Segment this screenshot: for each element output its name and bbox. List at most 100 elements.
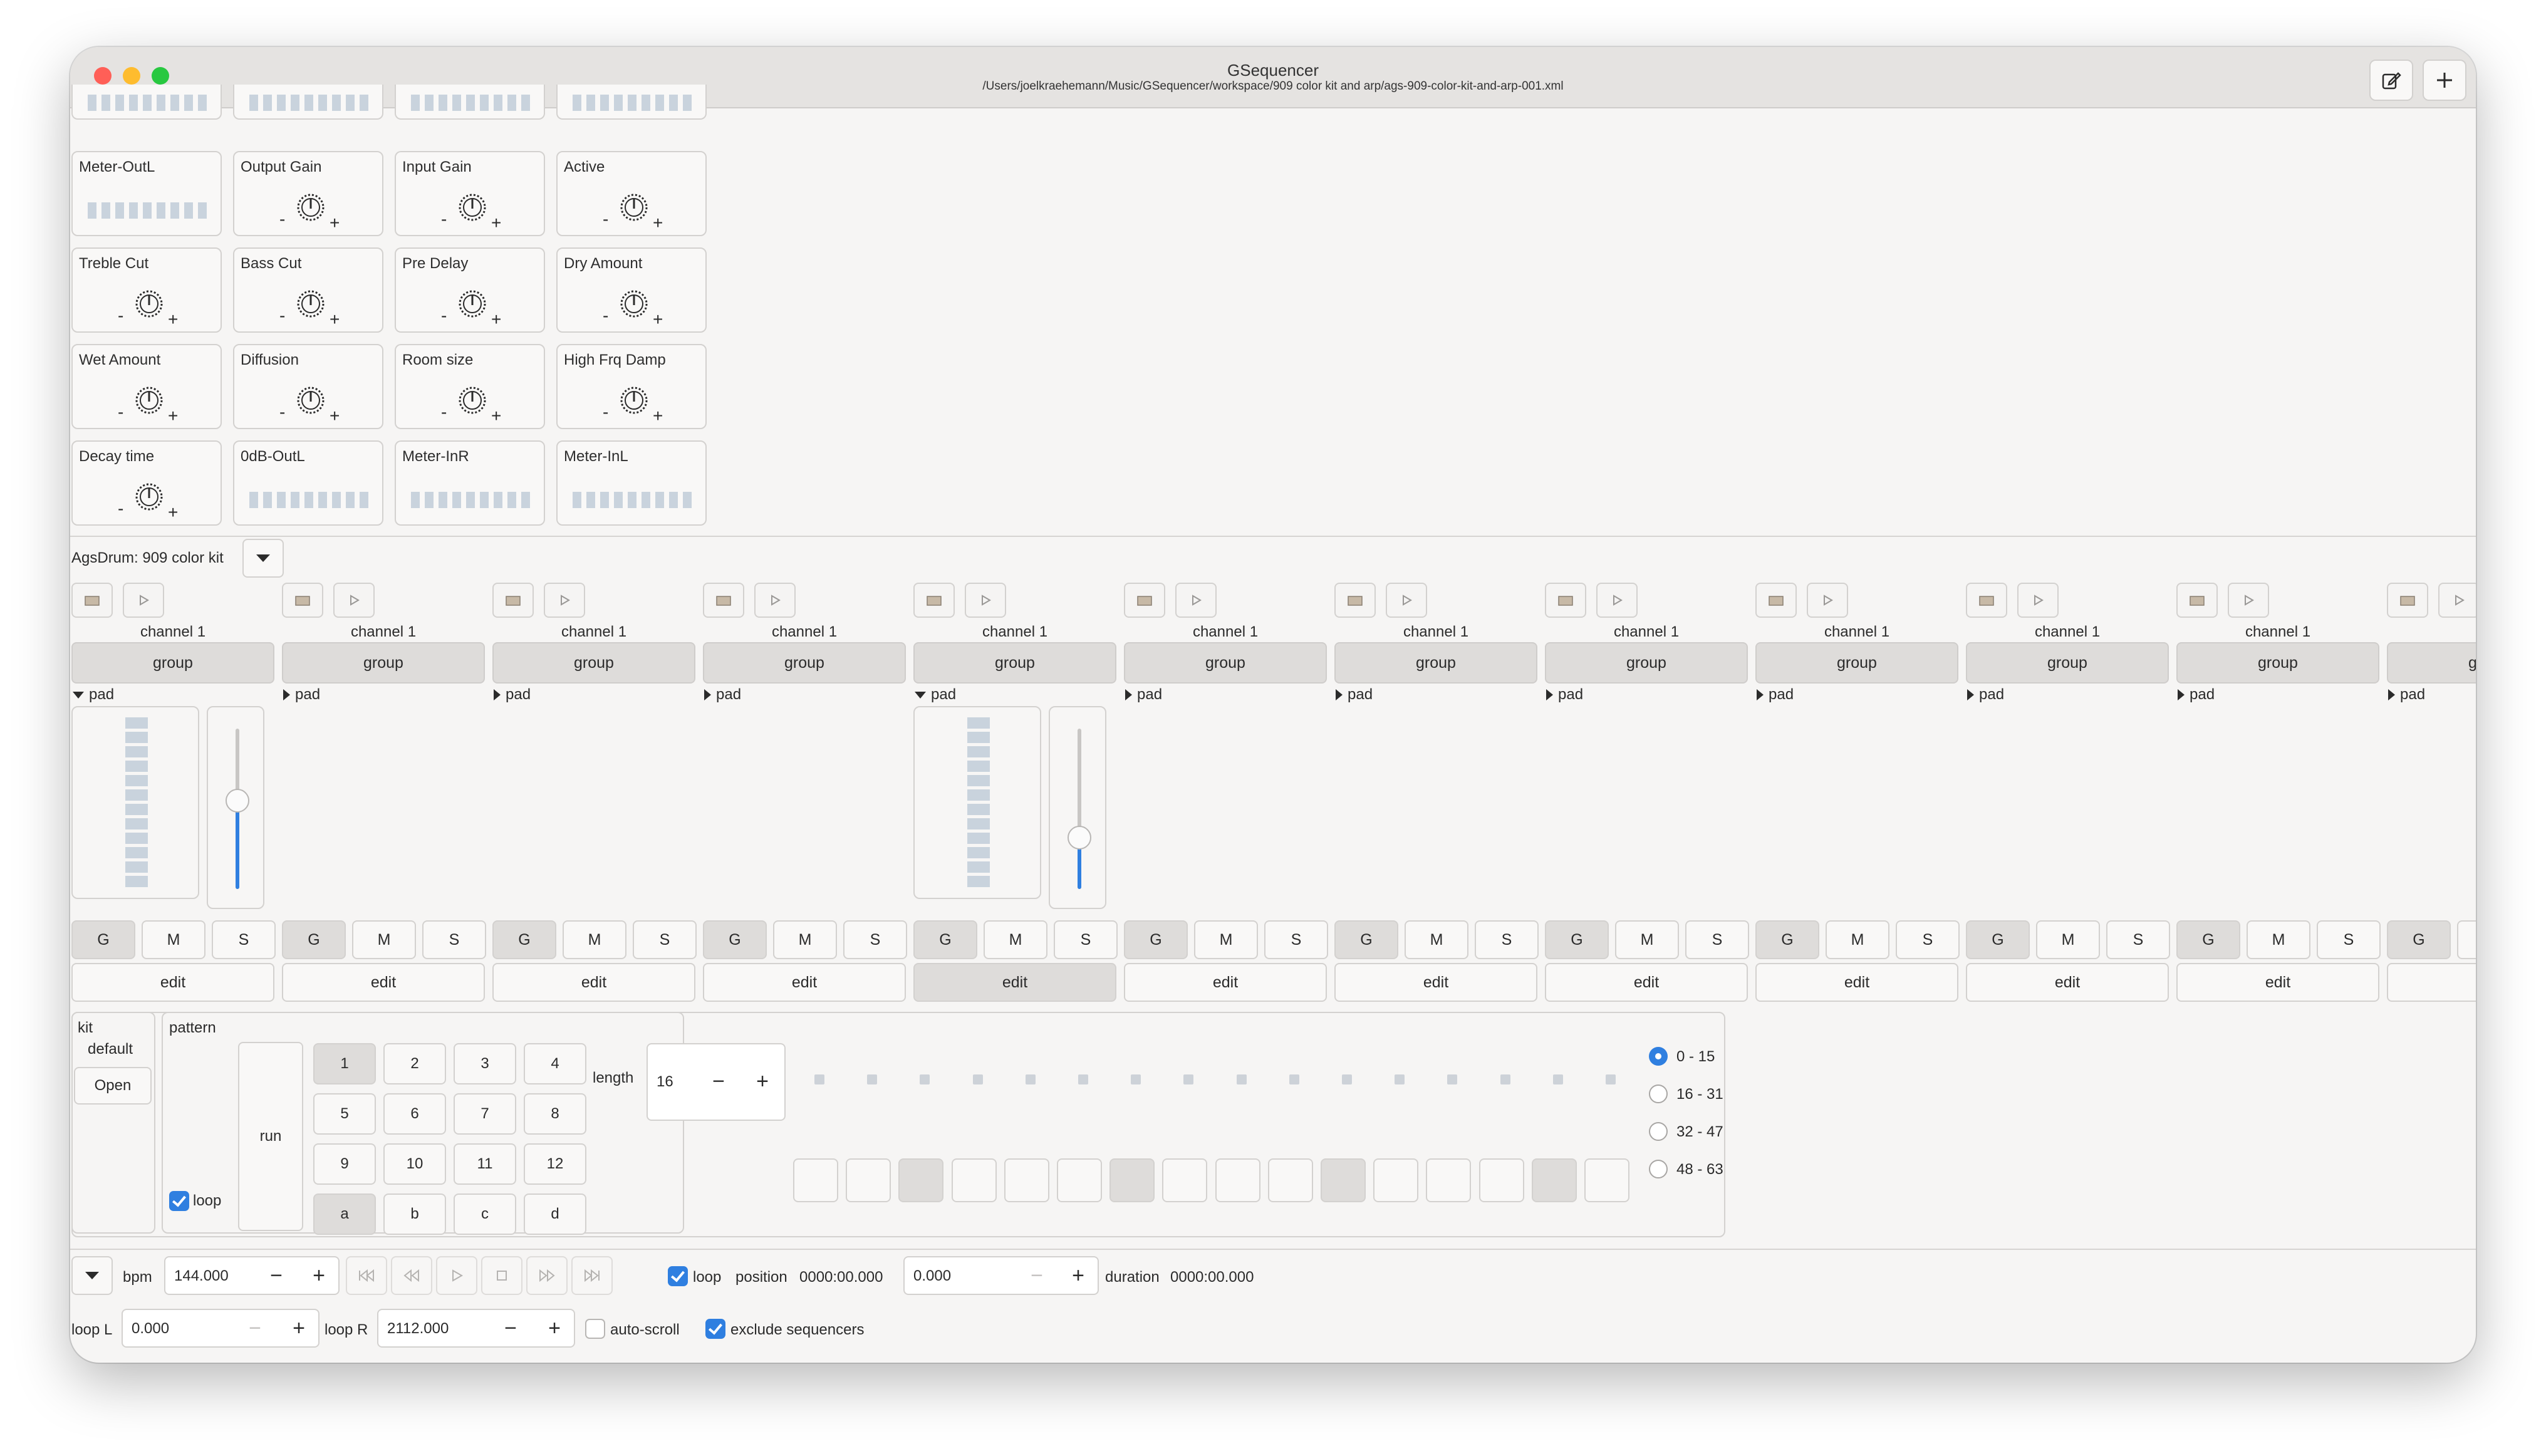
channel-play-button[interactable]	[544, 583, 585, 618]
open-kit-button[interactable]: Open	[74, 1067, 152, 1105]
step-toggle-button[interactable]	[1109, 1158, 1155, 1202]
step-toggle-button[interactable]	[1215, 1158, 1260, 1202]
knob-wrapper[interactable]: - +	[117, 479, 185, 522]
solo-button[interactable]: S	[843, 920, 907, 959]
solo-button[interactable]: S	[2106, 920, 2170, 959]
rewind-button[interactable]	[391, 1256, 432, 1295]
step-toggle-button[interactable]	[1004, 1158, 1049, 1202]
edit-document-button[interactable]	[2369, 60, 2413, 101]
offset-radio[interactable]	[1649, 1047, 1668, 1066]
add-button[interactable]	[2423, 60, 2466, 101]
loop-left-decrement-button[interactable]: −	[234, 1310, 276, 1346]
solo-button[interactable]: S	[212, 920, 276, 959]
knob-wrapper[interactable]: - +	[601, 190, 670, 232]
pattern-button[interactable]: 12	[524, 1143, 586, 1185]
group-toggle-button[interactable]: G	[2176, 920, 2240, 959]
pattern-button[interactable]: a	[313, 1193, 376, 1235]
knob-icon[interactable]: - +	[278, 190, 347, 232]
channel-play-button[interactable]	[123, 583, 164, 618]
pattern-button[interactable]: 8	[524, 1093, 586, 1135]
channel-play-button[interactable]	[1596, 583, 1638, 618]
step-toggle-button[interactable]	[793, 1158, 838, 1202]
channel-open-button[interactable]	[2176, 583, 2218, 618]
solo-button[interactable]: S	[1475, 920, 1539, 959]
knob-wrapper[interactable]: - +	[440, 190, 509, 232]
group-button[interactable]: group	[1124, 642, 1327, 684]
bpm-increment-button[interactable]: +	[298, 1257, 340, 1294]
pattern-button[interactable]: 1	[313, 1043, 376, 1084]
knob-icon[interactable]: - +	[601, 383, 670, 425]
mute-button[interactable]: M	[1194, 920, 1258, 959]
mute-button[interactable]: M	[2247, 920, 2310, 959]
mute-button[interactable]: M	[1405, 920, 1468, 959]
channel-play-button[interactable]	[965, 583, 1006, 618]
channel-open-button[interactable]	[913, 583, 955, 618]
group-toggle-button[interactable]: G	[913, 920, 977, 959]
knob-icon[interactable]: - +	[278, 383, 347, 425]
edit-button[interactable]: edit	[282, 963, 485, 1002]
solo-button[interactable]: S	[1685, 920, 1749, 959]
pad-expander[interactable]: pad	[1546, 686, 1583, 704]
run-button[interactable]: run	[238, 1042, 303, 1231]
skip-to-start-button[interactable]	[346, 1256, 387, 1295]
channel-play-button[interactable]	[2438, 583, 2476, 618]
fader-thumb[interactable]	[1068, 826, 1091, 850]
group-toggle-button[interactable]: G	[1124, 920, 1188, 959]
channel-play-button[interactable]	[2017, 583, 2059, 618]
group-toggle-button[interactable]: G	[2387, 920, 2451, 959]
pattern-button[interactable]: 10	[383, 1143, 446, 1185]
knob-icon[interactable]: - +	[440, 286, 509, 329]
loop-left-increment-button[interactable]: +	[278, 1310, 320, 1346]
channel-play-button[interactable]	[1386, 583, 1427, 618]
auto-scroll-checkbox[interactable]	[585, 1319, 605, 1339]
knob-wrapper[interactable]: - +	[278, 190, 347, 232]
channel-open-button[interactable]	[703, 583, 744, 618]
mute-button[interactable]: M	[1826, 920, 1889, 959]
group-toggle-button[interactable]: G	[71, 920, 135, 959]
bpm-decrement-button[interactable]: −	[256, 1257, 297, 1294]
step-toggle-button[interactable]	[1478, 1158, 1524, 1202]
volume-fader[interactable]	[207, 706, 264, 909]
step-toggle-button[interactable]	[1057, 1158, 1102, 1202]
pattern-button[interactable]: 5	[313, 1093, 376, 1135]
step-toggle-button[interactable]	[1426, 1158, 1472, 1202]
drum-menu-button[interactable]	[242, 539, 284, 578]
channel-play-button[interactable]	[754, 583, 796, 618]
pad-expander[interactable]: pad	[1757, 686, 1794, 704]
mute-button[interactable]: M	[1615, 920, 1679, 959]
volume-fader[interactable]	[1049, 706, 1106, 909]
knob-wrapper[interactable]: - +	[117, 383, 185, 425]
edit-button[interactable]: edit	[1545, 963, 1748, 1002]
knob-icon[interactable]: - +	[117, 383, 185, 425]
channel-open-button[interactable]	[1334, 583, 1376, 618]
pad-expander[interactable]: pad	[915, 686, 956, 704]
step-toggle-button[interactable]	[1267, 1158, 1313, 1202]
group-button[interactable]: group	[913, 642, 1116, 684]
group-toggle-button[interactable]: G	[703, 920, 767, 959]
pattern-button[interactable]: 11	[454, 1143, 516, 1185]
group-button[interactable]: group	[282, 642, 485, 684]
pad-expander[interactable]: pad	[2178, 686, 2215, 704]
pad-expander[interactable]: pad	[704, 686, 741, 704]
channel-open-button[interactable]	[71, 583, 113, 618]
group-button[interactable]: group	[2387, 642, 2476, 684]
edit-button[interactable]: edit	[913, 963, 1116, 1002]
mute-button[interactable]: M	[773, 920, 837, 959]
solo-button[interactable]: S	[1896, 920, 1960, 959]
mute-button[interactable]: M	[563, 920, 626, 959]
position-decrement-button[interactable]: −	[1016, 1257, 1057, 1294]
group-button[interactable]: group	[1966, 642, 2169, 684]
group-button[interactable]: group	[1545, 642, 1748, 684]
group-toggle-button[interactable]: G	[282, 920, 346, 959]
knob-wrapper[interactable]: - +	[440, 383, 509, 425]
length-increment-button[interactable]: +	[742, 1063, 783, 1100]
pattern-button[interactable]: b	[383, 1193, 446, 1235]
step-toggle-button[interactable]	[1162, 1158, 1208, 1202]
edit-button[interactable]: edit	[1124, 963, 1327, 1002]
channel-open-button[interactable]	[282, 583, 323, 618]
mute-button[interactable]: M	[352, 920, 416, 959]
step-toggle-button[interactable]	[1531, 1158, 1577, 1202]
offset-radio[interactable]	[1649, 1160, 1668, 1178]
exclude-sequencers-checkbox[interactable]	[705, 1319, 725, 1339]
group-button[interactable]: group	[492, 642, 695, 684]
